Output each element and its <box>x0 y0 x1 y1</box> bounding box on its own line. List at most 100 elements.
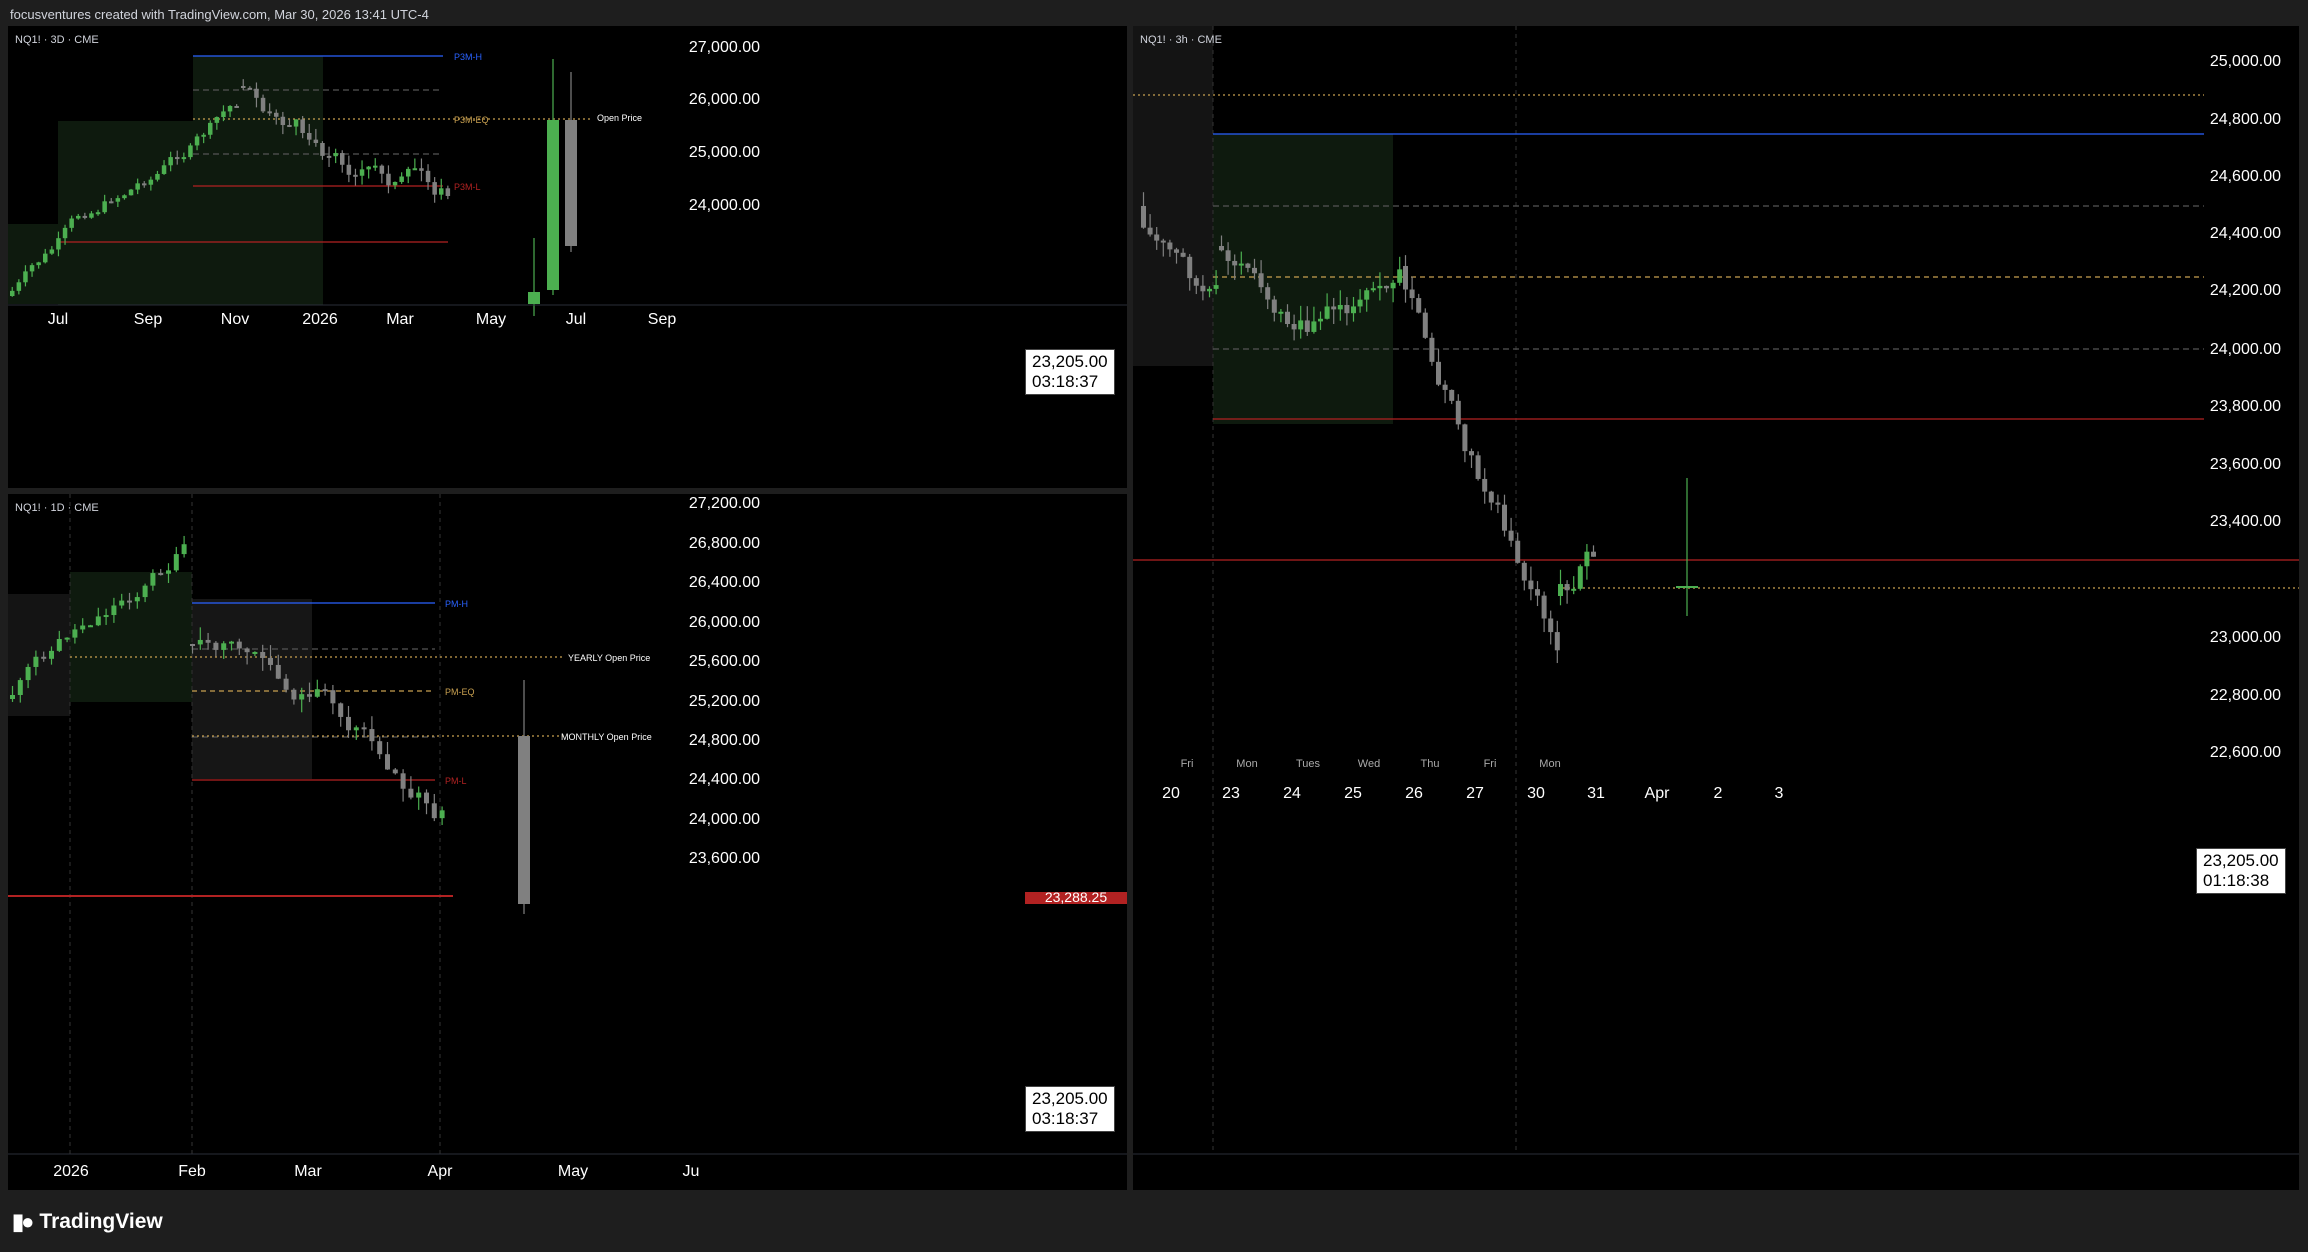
candle-body <box>1462 424 1468 452</box>
candle-body <box>254 88 259 98</box>
price-tag: 23,205.00 03:18:37 <box>1025 349 1115 395</box>
candle-body <box>134 597 140 602</box>
candle-body <box>419 168 424 171</box>
y-axis-label: 24,000.00 <box>2210 341 2281 358</box>
header-bar: focusventures created with TradingView.c… <box>0 0 2308 26</box>
tradingview-logo[interactable]: ▮● TradingView <box>12 1209 163 1235</box>
hidden-price-label: 23,288.25 <box>1045 889 1107 905</box>
candle-body <box>1258 273 1264 288</box>
candle-body <box>150 573 156 586</box>
candle-body <box>260 651 266 658</box>
y-axis-label: 26,000.00 <box>689 91 760 108</box>
candle-body <box>400 773 406 789</box>
candle-body <box>299 694 305 700</box>
candle-body <box>322 689 328 692</box>
day-label: Mon <box>1236 758 1257 770</box>
candle-body <box>89 213 94 218</box>
prev-quarter-zone <box>8 224 58 304</box>
candle-body <box>1584 551 1590 567</box>
candle-body <box>268 657 273 665</box>
candle-body <box>244 648 250 653</box>
candle-body <box>346 716 351 731</box>
candle-body <box>1351 306 1356 314</box>
candle-body <box>181 544 187 555</box>
candle-body <box>386 173 391 186</box>
candle-body <box>1564 584 1570 591</box>
candle-body <box>72 629 78 638</box>
candle-body <box>1502 504 1507 531</box>
candle-body <box>1180 252 1186 257</box>
candle-body <box>1324 306 1330 319</box>
y-axis-label: 26,400.00 <box>689 574 760 591</box>
yearly-open-label: YEARLY Open Price <box>568 653 650 663</box>
candle-body <box>205 639 211 643</box>
candle-body <box>431 803 437 819</box>
candle-body <box>49 650 54 659</box>
x-axis-label: Jul <box>566 311 586 328</box>
chart-panel-1d[interactable]: PM-H YEARLY Open Price PM-EQ MONTHLY Open P… <box>8 494 1127 1190</box>
y-axis-label: 23,800.00 <box>2210 398 2281 415</box>
prev-month-zone <box>70 572 192 702</box>
y-axis-label: 24,800.00 <box>689 732 760 749</box>
y-axis-label: 24,000.00 <box>689 197 760 214</box>
y-axis-label: 26,000.00 <box>689 614 760 631</box>
candle-body <box>1291 323 1297 330</box>
candle-body <box>1409 289 1415 299</box>
candle-body <box>385 754 390 770</box>
last-price: 23,205.00 <box>2203 851 2279 870</box>
candle-body <box>229 641 234 644</box>
candle-body <box>25 666 31 681</box>
candle-body <box>173 554 179 571</box>
candle-body <box>213 642 219 650</box>
symbol-label: NQ1! · 3D · CME <box>15 34 99 46</box>
candle-body <box>10 694 15 699</box>
candle-body <box>399 176 404 182</box>
candle-body <box>135 183 140 190</box>
candle-body <box>76 215 81 219</box>
candle-body <box>359 169 365 176</box>
candle-body <box>80 625 86 630</box>
candle-body <box>300 119 305 133</box>
tradingview-logo-icon: ▮● <box>12 1209 34 1234</box>
candle-body <box>547 120 559 290</box>
candle-body <box>247 87 253 90</box>
candle-body <box>518 736 530 904</box>
candle-body <box>82 215 88 218</box>
p3m-high-label: P3M-H <box>454 52 482 62</box>
candle-body <box>439 188 444 195</box>
chart-panel-3d[interactable]: P3M-H P3M-EQ Open Price P3M-L 27,000.00 26,00… <box>8 26 1127 488</box>
x-axis-label: 30 <box>1527 785 1545 802</box>
candle-body <box>565 120 577 246</box>
candle-body <box>122 195 127 199</box>
candle-body <box>95 212 101 215</box>
chart-panel-3h[interactable]: MONTHLY Open PriceP3D-HP3D-EQP3D-LWEEKLY… <box>1133 26 2299 1190</box>
y-axis-label: 23,600.00 <box>689 850 760 867</box>
x-axis-label: Mar <box>386 311 414 328</box>
candle-body <box>313 139 319 144</box>
candle-body <box>1558 584 1563 596</box>
candle-body <box>1252 267 1257 274</box>
candle-body <box>1154 234 1160 241</box>
x-axis-label: 20 <box>1162 785 1180 802</box>
candle-body <box>283 678 289 690</box>
candle-body <box>1528 580 1534 590</box>
chart-canvas-1d[interactable]: PM-H YEARLY Open Price PM-EQ MONTHLY Open P… <box>8 494 1127 1190</box>
candle-body <box>293 119 299 127</box>
candle-body <box>1141 206 1146 228</box>
candle-body <box>88 625 93 628</box>
candle-body <box>1577 566 1583 589</box>
candle-body <box>1147 227 1153 235</box>
candle-body <box>274 112 279 117</box>
candle-body <box>275 664 281 679</box>
x-axis-label: 24 <box>1283 785 1301 802</box>
candle-body <box>1482 478 1488 492</box>
candle-body <box>181 157 187 160</box>
candle-body <box>1436 361 1441 385</box>
pm-eq-label: PM-EQ <box>445 687 475 697</box>
price-tag: 23,205.00 03:18:37 <box>1025 1086 1115 1132</box>
chart-canvas-3h[interactable]: MONTHLY Open PriceP3D-HP3D-EQP3D-LWEEKLY… <box>1133 26 2299 1190</box>
y-axis-label: 25,200.00 <box>689 693 760 710</box>
candle-body <box>1318 318 1323 322</box>
chart-canvas-3d[interactable]: P3M-H P3M-EQ Open Price P3M-L 27,000.00 26,00… <box>8 26 1127 488</box>
candle-body <box>148 179 154 185</box>
